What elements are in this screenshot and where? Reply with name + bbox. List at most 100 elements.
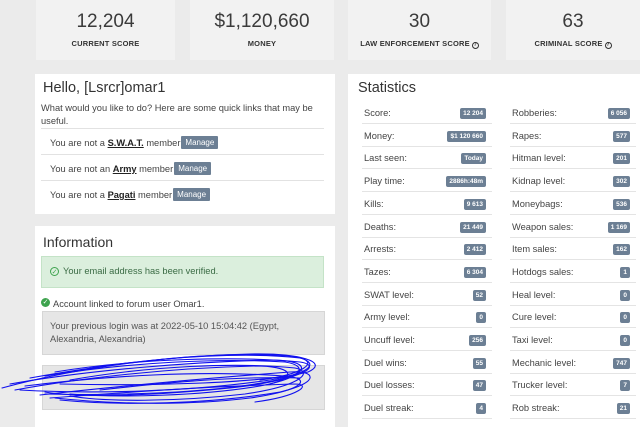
stat-label: Moneybags: xyxy=(512,198,563,209)
criminal-score-label-wrap: CRIMINAL SCORE? xyxy=(506,39,640,49)
stat-label: Tazes: xyxy=(364,266,391,277)
swat-link[interactable]: S.W.A.T. xyxy=(108,138,144,148)
stat-label: Duel wins: xyxy=(364,357,407,368)
stat-row: Rob streak: 21 xyxy=(510,399,636,420)
stat-value-badge: 2886h:48m xyxy=(446,176,486,188)
stat-card-money: $1,120,660 MONEY xyxy=(190,0,334,60)
stat-value-badge: 162 xyxy=(613,244,630,256)
membership-row-swat: You are not a S.W.A.T. member Manage xyxy=(41,128,324,154)
stat-label: Kidnap level: xyxy=(512,176,566,187)
forum-link-text: Account linked to forum user Omar1. xyxy=(53,299,205,309)
previous-login-text: Your previous login was at 2022-05-10 15… xyxy=(50,321,280,344)
stat-value-badge: 0 xyxy=(620,335,630,346)
manage-army-button[interactable]: Manage xyxy=(174,162,212,175)
stat-row: Mechanic level: 747 xyxy=(510,354,636,374)
stat-row: Money: $1 120 660 xyxy=(362,127,492,147)
email-verified-alert: ✓ Your email address has been verified. xyxy=(41,256,324,288)
stat-label: Mechanic level: xyxy=(512,357,577,368)
check-circle-icon: ✓ xyxy=(50,267,59,276)
stat-row: Cure level: 0 xyxy=(510,308,636,329)
stat-row: Uncuff level: 256 xyxy=(362,331,492,351)
stat-value-badge: 0 xyxy=(476,312,486,324)
stat-label: Trucker level: xyxy=(512,380,568,391)
stat-value-badge: 747 xyxy=(613,357,630,369)
stat-label: Duel streak: xyxy=(364,403,414,414)
stat-value-badge: 55 xyxy=(472,357,486,369)
statistics-title: Statistics xyxy=(358,80,417,96)
stat-label: Rob streak: xyxy=(512,403,560,414)
stat-label: Weapon sales: xyxy=(512,221,574,232)
stat-label: Uncuff level: xyxy=(364,335,415,345)
stat-value-badge: 201 xyxy=(613,153,630,165)
question-icon[interactable]: ? xyxy=(604,42,612,49)
stat-value-badge: 6 056 xyxy=(607,108,630,119)
stat-label: Robberies: xyxy=(512,108,557,118)
stat-row: Heal level: 0 xyxy=(510,286,636,306)
stat-label: Money: xyxy=(364,130,395,141)
stat-label: Heal level: xyxy=(512,289,556,300)
greeting-title: Hello, [Lsrcr]omar1 xyxy=(43,80,166,96)
stat-row: Item sales: 162 xyxy=(510,240,636,261)
stat-label: Arrests: xyxy=(364,244,397,255)
manage-swat-button[interactable]: Manage xyxy=(181,136,219,149)
stat-row: Last seen: Today xyxy=(362,149,492,170)
stat-label: Cure level: xyxy=(512,312,557,323)
money-label: MONEY xyxy=(247,39,277,48)
criminal-score-label: CRIMINAL SCORE xyxy=(534,39,603,48)
stat-value-badge: 1 169 xyxy=(607,221,630,233)
stat-row: Kidnap level: 302 xyxy=(510,172,636,193)
law-score-label-wrap: LAW ENFORCEMENT SCORE? xyxy=(348,39,491,49)
stat-card-score: 12,204 CURRENT SCORE xyxy=(36,0,175,60)
stat-row: Weapon sales: 1 169 xyxy=(510,218,636,238)
stat-label: Duel losses: xyxy=(364,380,415,391)
stat-value-badge: 577 xyxy=(613,130,630,142)
stat-value-badge: 12 204 xyxy=(460,108,486,119)
statistics-panel: Statistics Score: 12 204 Money: $1 120 660 L… xyxy=(348,74,640,427)
pagati-link[interactable]: Pagati xyxy=(108,190,136,200)
stat-label: Kills: xyxy=(364,198,384,209)
stat-value-badge: 21 449 xyxy=(460,221,486,233)
stat-value-badge: Today xyxy=(461,153,486,165)
stat-label: Army level: xyxy=(364,312,410,323)
stat-value-badge: 47 xyxy=(472,380,486,392)
stat-row: Duel losses: 47 xyxy=(362,376,492,397)
membership-row-army: You are not an Army member Manage xyxy=(41,154,324,180)
question-icon[interactable]: ? xyxy=(471,42,479,49)
previous-login-box: Your previous login was at 2022-05-10 15… xyxy=(42,311,325,355)
stat-label: Hotdogs sales: xyxy=(512,266,574,277)
criminal-score-value: 63 xyxy=(562,11,584,32)
stat-row: Hotdogs sales: 1 xyxy=(510,263,636,283)
score-value: 12,204 xyxy=(76,11,135,32)
stat-value-badge: 302 xyxy=(613,176,630,188)
manage-pagati-button[interactable]: Manage xyxy=(173,188,211,201)
stat-label: Item sales: xyxy=(512,244,557,255)
stat-label: SWAT level: xyxy=(364,289,414,300)
army-link[interactable]: Army xyxy=(113,164,137,174)
email-verified-text: Your email address has been verified. xyxy=(63,266,219,276)
stat-row: Hitman level: 201 xyxy=(510,149,636,170)
stat-row: Duel streak: 4 xyxy=(362,399,492,420)
stat-value-badge: 1 xyxy=(620,266,630,278)
stat-row: Rapes: 577 xyxy=(510,127,636,147)
stat-value-badge: 256 xyxy=(469,335,486,346)
money-value: $1,120,660 xyxy=(214,11,310,32)
stat-row: Trucker level: 7 xyxy=(510,376,636,397)
stat-label: Play time: xyxy=(364,176,405,187)
stat-row: Arrests: 2 412 xyxy=(362,240,492,261)
stat-value-badge: 9 613 xyxy=(463,198,486,210)
redacted-box xyxy=(42,365,325,410)
stat-label: Score: xyxy=(364,108,391,118)
stat-row: Robberies: 6 056 xyxy=(510,104,636,124)
stat-value-badge: 0 xyxy=(620,289,630,301)
hello-panel: Hello, [Lsrcr]omar1 What would you like … xyxy=(35,74,335,214)
stat-row: SWAT level: 52 xyxy=(362,286,492,306)
stat-value-badge: 7 xyxy=(620,380,630,392)
stat-label: Deaths: xyxy=(364,221,397,232)
stat-value-badge: $1 120 660 xyxy=(447,130,486,142)
stat-value-badge: 6 304 xyxy=(463,266,486,278)
stat-label: Last seen: xyxy=(364,153,407,164)
law-score-value: 30 xyxy=(408,11,431,32)
score-label: CURRENT SCORE xyxy=(71,39,140,48)
law-score-label: LAW ENFORCEMENT SCORE xyxy=(360,39,470,48)
stat-label: Rapes: xyxy=(512,130,542,141)
